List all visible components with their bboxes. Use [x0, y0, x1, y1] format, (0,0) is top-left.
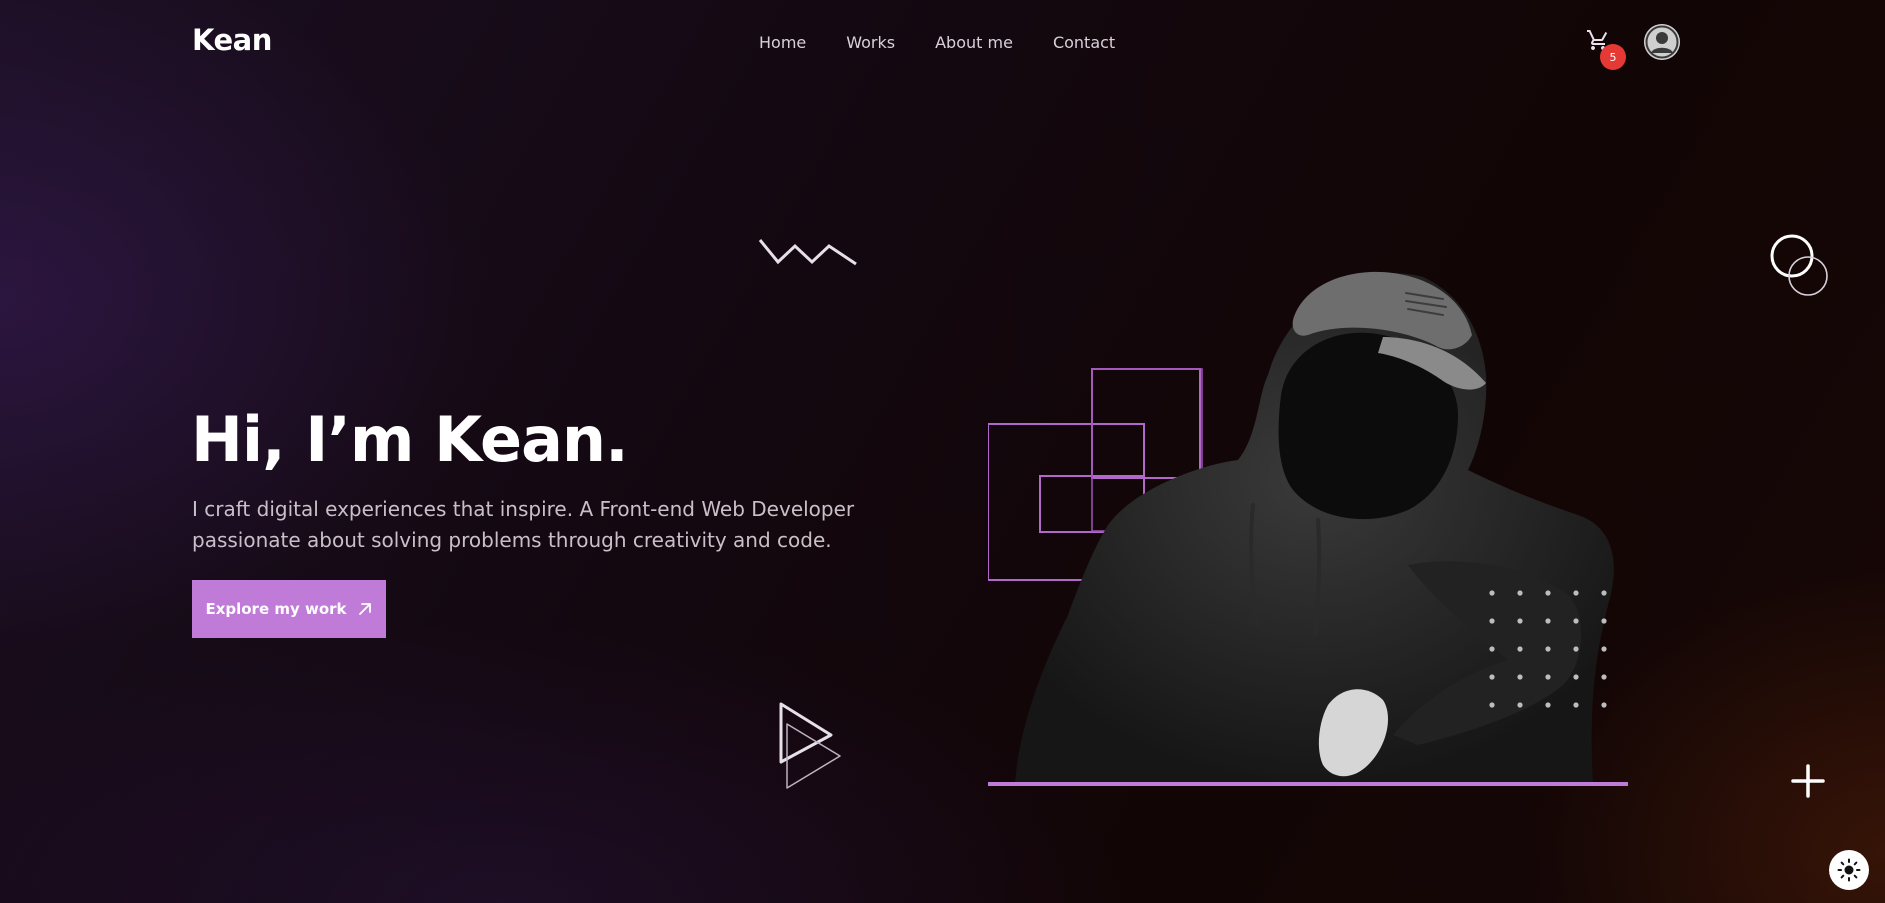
- sun-icon: [1837, 858, 1861, 882]
- theme-toggle-button[interactable]: [1829, 850, 1869, 890]
- user-avatar-button[interactable]: [1644, 24, 1680, 60]
- cart-count-badge: 5: [1600, 44, 1626, 70]
- hooded-portrait-illustration: [988, 271, 1614, 785]
- nav-works[interactable]: Works: [846, 33, 895, 52]
- circles-decoration: [1770, 234, 1828, 296]
- plus-decoration: [1791, 764, 1825, 798]
- cart-button[interactable]: 5: [1586, 28, 1626, 70]
- zigzag-decoration: [758, 239, 857, 266]
- user-icon: [1644, 24, 1680, 60]
- portrait-baseline: [988, 782, 1628, 786]
- arrow-up-right-icon: [358, 603, 371, 615]
- play-triangles-decoration: [779, 702, 841, 789]
- hero-title: Hi, I’m Kean.: [191, 403, 629, 476]
- main-nav: Home Works About me Contact: [759, 33, 1115, 52]
- explore-work-button[interactable]: Explore my work: [192, 580, 386, 638]
- nav-home[interactable]: Home: [759, 33, 806, 52]
- nav-contact[interactable]: Contact: [1053, 33, 1115, 52]
- explore-work-label: Explore my work: [205, 600, 347, 618]
- nav-about[interactable]: About me: [935, 33, 1013, 52]
- hero-description: I craft digital experiences that inspire…: [192, 497, 855, 552]
- logo[interactable]: Kean: [192, 23, 272, 57]
